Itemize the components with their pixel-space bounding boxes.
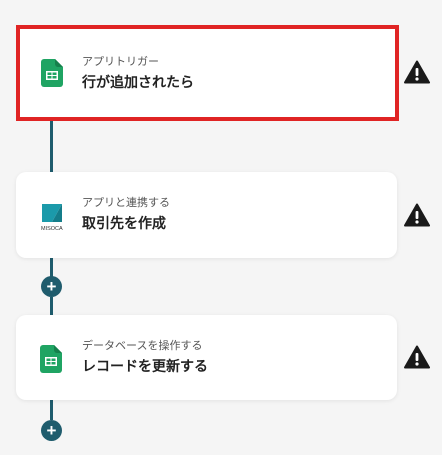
- step-title: 行が追加されたら: [82, 75, 194, 91]
- google-sheets-icon: [40, 345, 64, 373]
- warning-icon[interactable]: [404, 345, 430, 369]
- flow-step-database[interactable]: データベースを操作する レコードを更新する: [16, 315, 397, 400]
- step-category: データベースを操作する: [82, 339, 203, 352]
- step-category: アプリトリガー: [82, 55, 159, 68]
- add-step-button[interactable]: +: [41, 276, 62, 297]
- flow-connector-line: [50, 297, 53, 315]
- misoca-icon: MISOCA: [40, 202, 68, 232]
- google-sheets-icon: [41, 59, 65, 87]
- misoca-caption: MISOCA: [41, 226, 63, 232]
- flow-connector-line: [50, 121, 53, 174]
- warning-icon[interactable]: [404, 203, 430, 227]
- step-title: 取引先を作成: [82, 216, 166, 232]
- step-category: アプリと連携する: [82, 196, 170, 209]
- step-title: レコードを更新する: [82, 359, 208, 375]
- flow-connector-line: [50, 400, 53, 420]
- flow-step-trigger[interactable]: アプリトリガー 行が追加されたら: [16, 25, 399, 121]
- warning-icon[interactable]: [404, 60, 430, 84]
- add-step-button[interactable]: +: [41, 420, 62, 441]
- flow-step-app-action[interactable]: MISOCA アプリと連携する 取引先を作成: [16, 172, 397, 258]
- plus-icon: +: [46, 421, 57, 440]
- plus-icon: +: [46, 277, 57, 296]
